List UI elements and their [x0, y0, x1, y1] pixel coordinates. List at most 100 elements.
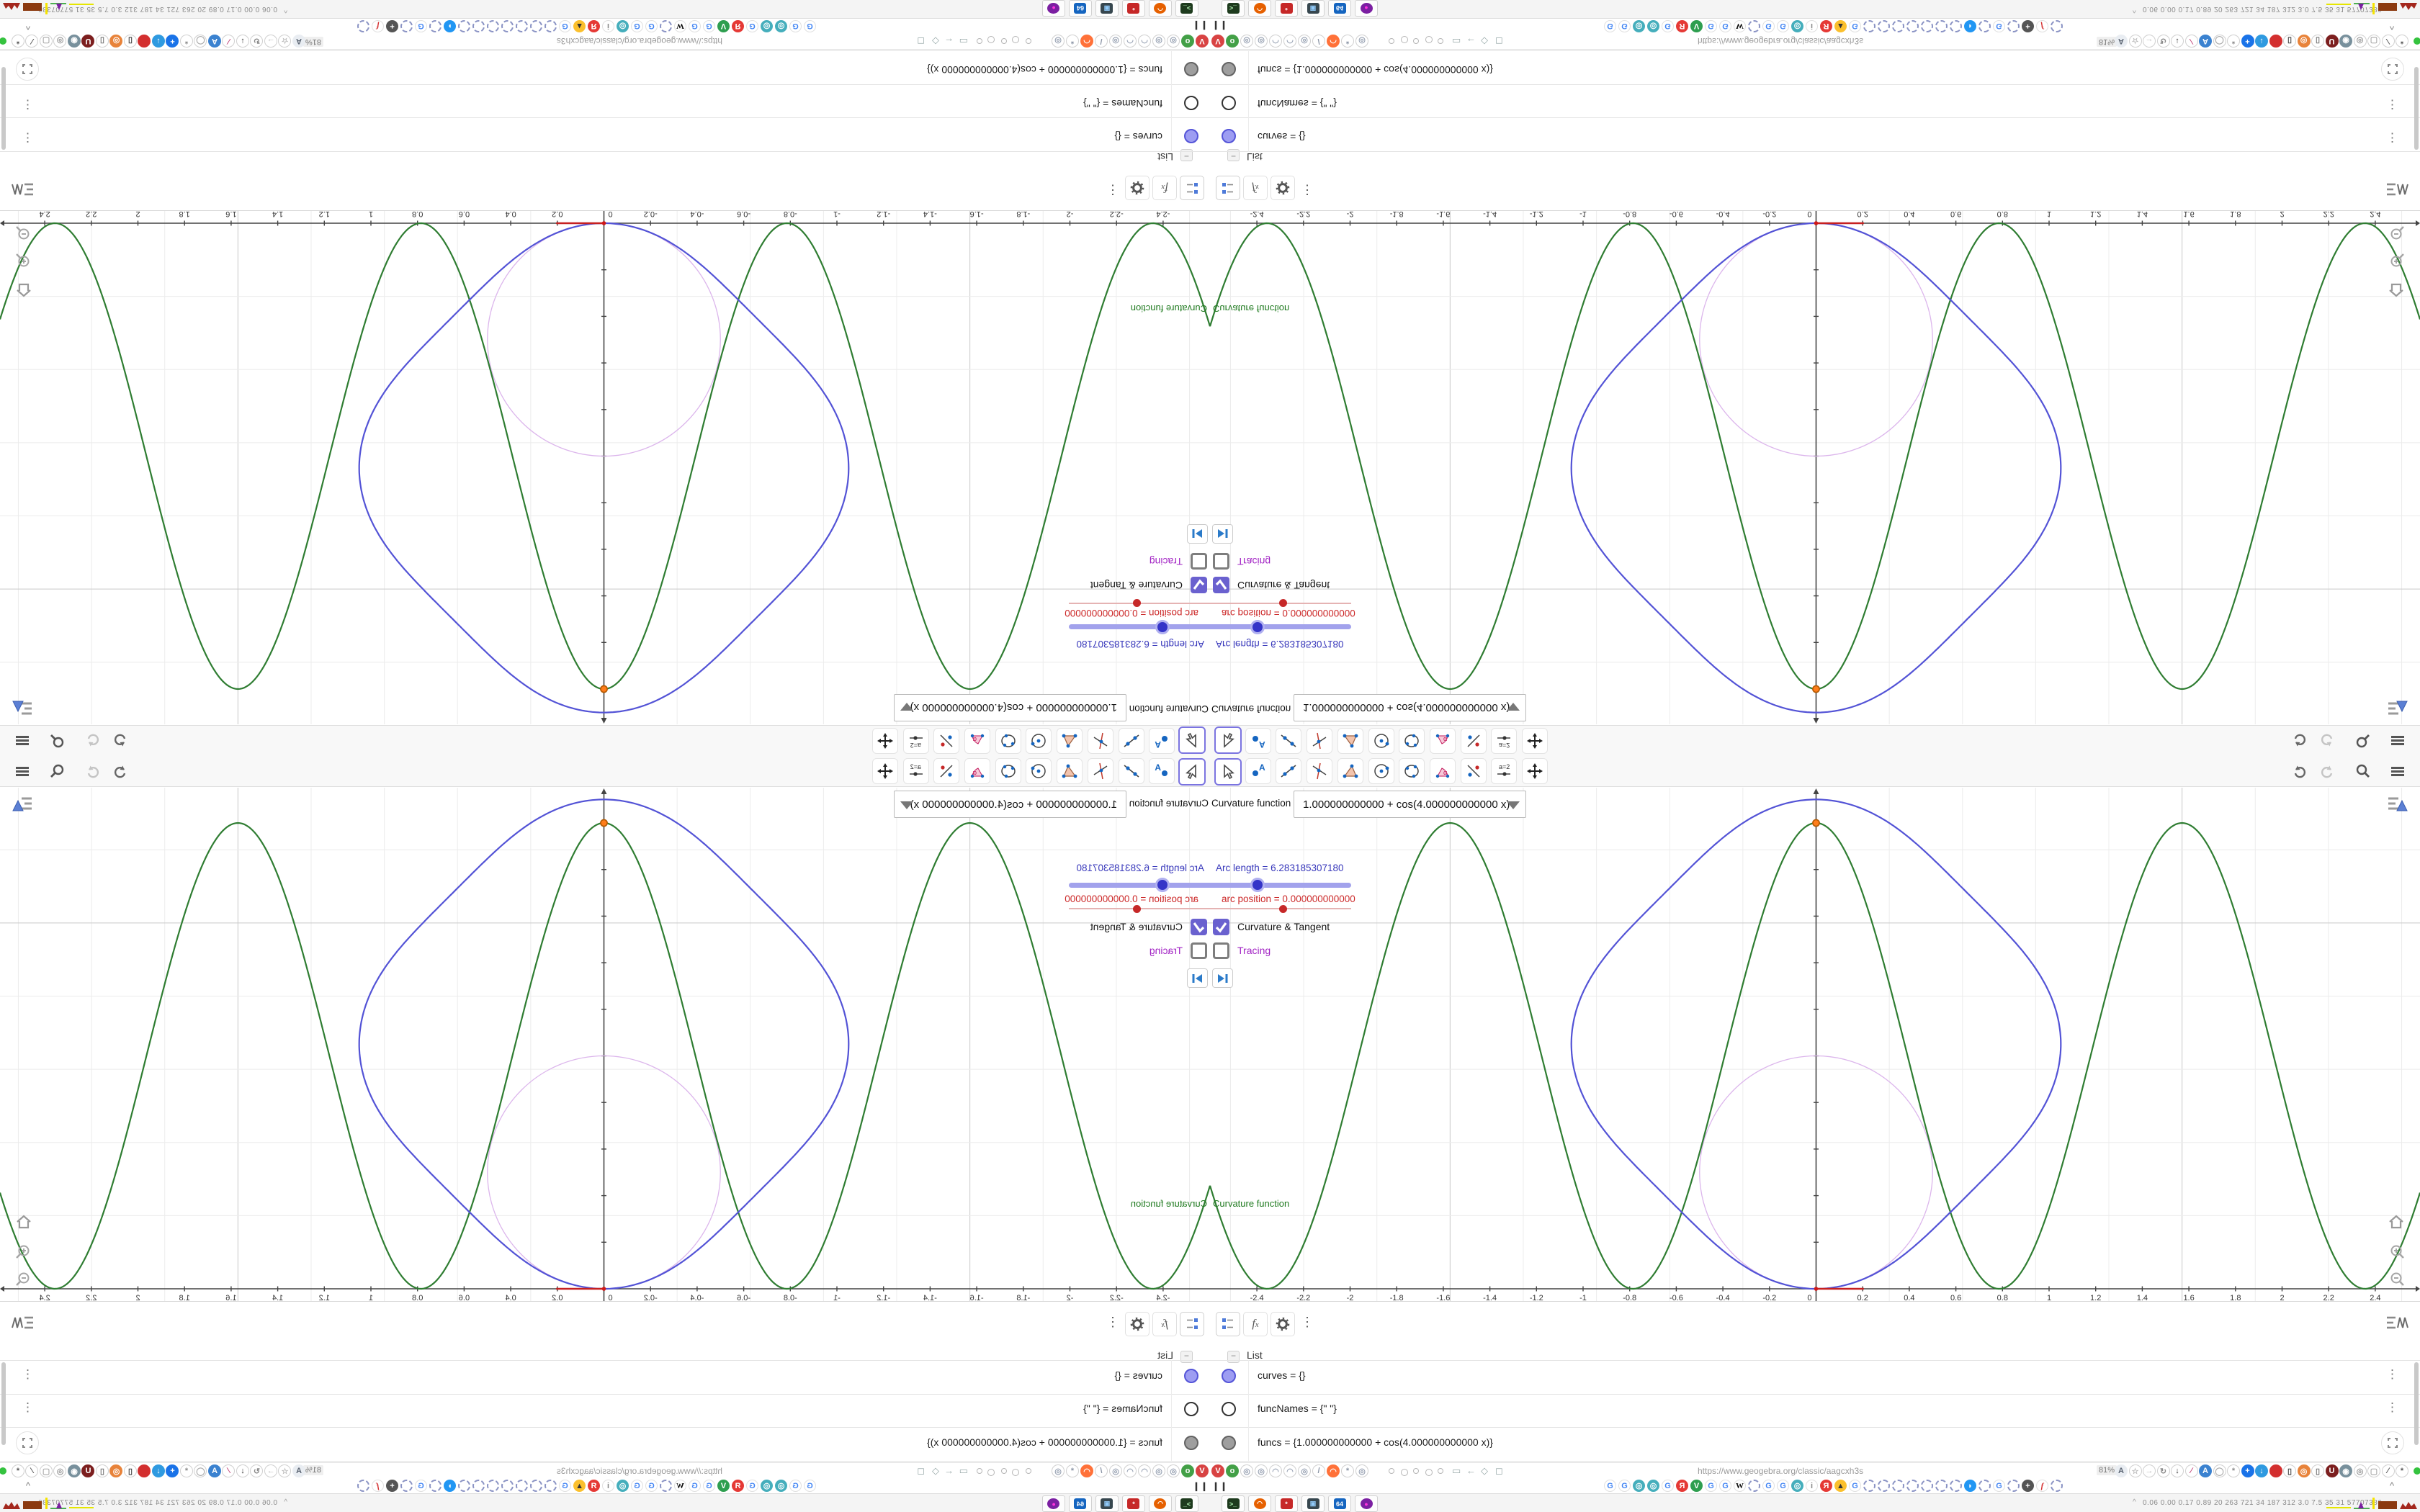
chevron-down-icon[interactable] — [1507, 801, 1520, 809]
chat-tab-icon[interactable]: ◗ — [444, 20, 456, 32]
zoom-out-icon[interactable] — [12, 1269, 33, 1290]
tray-expand-icon[interactable]: ^ — [284, 1498, 287, 1506]
bin-gray-icon[interactable]: ▯ — [96, 35, 109, 48]
ext-flower-tab-icon[interactable] — [2051, 20, 2063, 32]
wikipedia-tab-icon[interactable]: W — [674, 1480, 686, 1492]
conic-through-points-tool[interactable] — [995, 728, 1021, 754]
wrench-icon[interactable]: / — [1095, 1464, 1108, 1477]
move-graphics-tool[interactable] — [1522, 728, 1548, 754]
browser-address-bar[interactable]: https://www.geogebra.org/classic/aagcxh3… — [1210, 1462, 2420, 1480]
redo-icon[interactable] — [84, 762, 102, 780]
purple-task-icon[interactable]: ● — [1042, 1495, 1065, 1512]
line-tool[interactable] — [1276, 758, 1302, 784]
lock-icon[interactable]: ◻ — [917, 35, 925, 47]
browser-address-bar[interactable]: https://www.geogebra.org/classic/aagcxh3… — [0, 1462, 1210, 1480]
ext-flower-tab-icon[interactable] — [1863, 1480, 1876, 1492]
oval-icon[interactable]: ◯ — [2213, 1464, 2226, 1477]
bin-gray-icon[interactable]: ▯ — [96, 1464, 109, 1477]
sphere-tab-icon[interactable]: ◎ — [1647, 20, 1659, 32]
google-tab-icon[interactable]: G — [804, 20, 816, 32]
green-tab-icon[interactable]: V — [1690, 20, 1703, 32]
google-tab-icon[interactable]: G — [703, 20, 715, 32]
trash-icon[interactable]: ▯ — [2283, 1464, 2296, 1477]
settings-task-icon[interactable]: * — [1122, 0, 1145, 17]
ext-flower-tab-icon[interactable] — [501, 20, 514, 32]
download-icon[interactable]: ↓ — [236, 35, 249, 48]
row-kebab-menu-icon[interactable]: ⋮ — [22, 130, 34, 145]
gear-icon[interactable]: * — [2227, 35, 2240, 48]
visibility-toggle-circle[interactable] — [1184, 96, 1198, 110]
collapse-group-button[interactable]: − — [1180, 1351, 1193, 1363]
gear-icon[interactable]: * — [180, 35, 193, 48]
reload-icon[interactable]: ↻ — [2156, 1464, 2170, 1477]
pen-icon[interactable]: ∕ — [222, 35, 236, 48]
tab-dot-icon[interactable] — [1438, 1468, 1443, 1474]
vivaldi-pin-icon[interactable]: V — [1211, 1464, 1224, 1477]
lock-icon[interactable]: ◻ — [1495, 35, 1503, 47]
back-arrow-icon[interactable]: ← — [1466, 1465, 1476, 1476]
bin-gray-icon[interactable]: ▯ — [2311, 35, 2324, 48]
sphere-tab-icon[interactable]: ◎ — [1633, 20, 1645, 32]
visibility-toggle-circle[interactable] — [1222, 129, 1236, 143]
algebra-row-value[interactable]: funcNames = {" "} — [1083, 1403, 1162, 1414]
slider-tool[interactable]: a=2 — [1491, 758, 1518, 784]
shield-gray-icon[interactable]: ◉ — [2339, 1464, 2352, 1477]
vivaldi-pin-icon[interactable]: V — [1196, 1464, 1209, 1477]
tab-dot-icon[interactable] — [1413, 1468, 1419, 1474]
redo-icon[interactable] — [2318, 762, 2336, 780]
google-tab-icon[interactable]: G — [1762, 20, 1775, 32]
wikipedia-tab-icon[interactable]: W — [674, 20, 686, 32]
home-icon[interactable] — [13, 1211, 35, 1233]
url-text[interactable]: https://www.geogebra.org/classic/aagcxh3… — [1698, 36, 1863, 46]
tab-dot-icon[interactable] — [1425, 1469, 1433, 1476]
perpendicular-line-tool[interactable] — [1307, 758, 1333, 784]
info-tab-icon[interactable]: i — [1806, 1480, 1818, 1492]
fullscreen-button[interactable] — [2381, 1431, 2404, 1454]
taskbar[interactable]: >_ ◠ * ▣ 64 ● ^ 0.06 0.00 0.17 0.89 20 263 72… — [0, 1493, 1210, 1512]
arc-position-slider-knob[interactable] — [1133, 599, 1141, 607]
google-tab-icon[interactable]: G — [415, 1480, 427, 1492]
globe-icon[interactable]: ◎ — [1298, 35, 1311, 48]
yandex-tab-icon[interactable]: Я — [1820, 1480, 1832, 1492]
globe-icon[interactable]: ◎ — [1052, 1464, 1065, 1477]
polygon-tool[interactable] — [1337, 728, 1363, 754]
ext-flower-tab-icon[interactable] — [1863, 20, 1876, 32]
visibility-toggle-circle[interactable] — [1222, 1369, 1236, 1383]
angle-tool[interactable]: α — [964, 728, 991, 754]
ext-flower-tab-icon[interactable] — [1978, 1480, 1991, 1492]
browser-tab-strip[interactable]: ❙❙ G G ◎ ◎ G Я V G G W G G ◎ i Я ▲ G ◗ G + f ^ — [0, 1479, 1210, 1493]
visibility-toggle-circle[interactable] — [1222, 62, 1236, 76]
translate-icon[interactable]: A — [2115, 35, 2128, 48]
play-button[interactable] — [1212, 524, 1233, 544]
move-tool[interactable] — [1178, 758, 1206, 786]
tab-dot-icon[interactable] — [1425, 36, 1433, 43]
puzzle-icon[interactable]: ▢ — [2367, 1464, 2380, 1477]
algebra-row-value[interactable]: funcs = {1.000000000000 + cos(4.00000000… — [927, 64, 1162, 76]
green-tab-icon[interactable]: V — [1690, 1480, 1703, 1492]
taskbar[interactable]: >_ ◠ * ▣ 64 ● ^ 0.06 0.00 0.17 0.89 20 263 72… — [0, 0, 1210, 19]
arc-length-slider[interactable] — [1069, 883, 1210, 888]
visibility-toggle-circle[interactable] — [1184, 1436, 1198, 1450]
info-tab-icon[interactable]: i — [602, 1480, 614, 1492]
google-tab-icon[interactable]: G — [689, 1480, 701, 1492]
slider-tool[interactable]: a=2 — [902, 728, 929, 754]
algebra-row-value[interactable]: curves = {} — [1258, 131, 1306, 143]
google-tab-icon[interactable]: G — [789, 1480, 802, 1492]
arc-position-slider-knob[interactable] — [1279, 905, 1287, 913]
ext-flower-tab-icon[interactable] — [1935, 20, 1948, 32]
settings-icon[interactable]: * — [12, 1464, 24, 1477]
reflect-tool[interactable] — [933, 728, 960, 754]
point-tool[interactable]: A — [1245, 728, 1271, 754]
globe-color-icon[interactable]: ◎ — [109, 1464, 123, 1477]
line-tool[interactable] — [1118, 758, 1144, 784]
algebra-row-value[interactable]: funcs = {1.000000000000 + cos(4.00000000… — [1258, 1436, 1493, 1448]
tab-dot-icon[interactable] — [1389, 1468, 1394, 1474]
shield-gray-icon[interactable]: ◉ — [68, 1464, 81, 1477]
download-icon[interactable]: ↓ — [2171, 1464, 2184, 1477]
ext-flower-tab-icon[interactable] — [1950, 1480, 1962, 1492]
tab-dot-icon[interactable] — [1001, 1468, 1007, 1474]
globe-wire-icon[interactable]: ◎ — [53, 1464, 67, 1477]
tab-dot-icon[interactable] — [1438, 38, 1443, 44]
firefox-task-icon[interactable]: ◠ — [1248, 1495, 1271, 1512]
algebra-sort-icon[interactable] — [1216, 1312, 1240, 1336]
